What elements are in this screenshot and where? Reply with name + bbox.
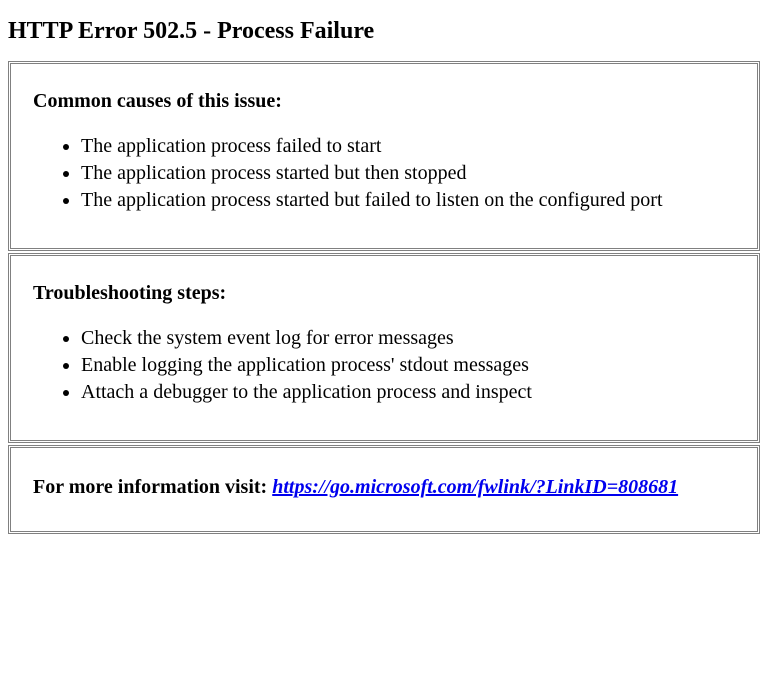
- list-item: Attach a debugger to the application pro…: [81, 379, 735, 406]
- troubleshooting-list: Check the system event log for error mes…: [33, 325, 735, 406]
- list-item: The application process started but then…: [81, 160, 735, 187]
- common-causes-heading: Common causes of this issue:: [33, 90, 735, 113]
- common-causes-list: The application process failed to start …: [33, 133, 735, 214]
- more-info-panel: For more information visit: https://go.m…: [10, 447, 758, 532]
- page-title: HTTP Error 502.5 - Process Failure: [8, 18, 760, 45]
- troubleshooting-heading: Troubleshooting steps:: [33, 282, 735, 305]
- list-item: Enable logging the application process' …: [81, 352, 735, 379]
- list-item: Check the system event log for error mes…: [81, 325, 735, 352]
- list-item: The application process failed to start: [81, 133, 735, 160]
- more-info-link[interactable]: https://go.microsoft.com/fwlink/?LinkID=…: [272, 476, 678, 498]
- common-causes-panel: Common causes of this issue: The applica…: [10, 63, 758, 249]
- list-item: The application process started but fail…: [81, 187, 735, 214]
- more-info-label: For more information visit:: [33, 476, 272, 498]
- more-info-line: For more information visit: https://go.m…: [33, 474, 735, 501]
- troubleshooting-panel: Troubleshooting steps: Check the system …: [10, 255, 758, 441]
